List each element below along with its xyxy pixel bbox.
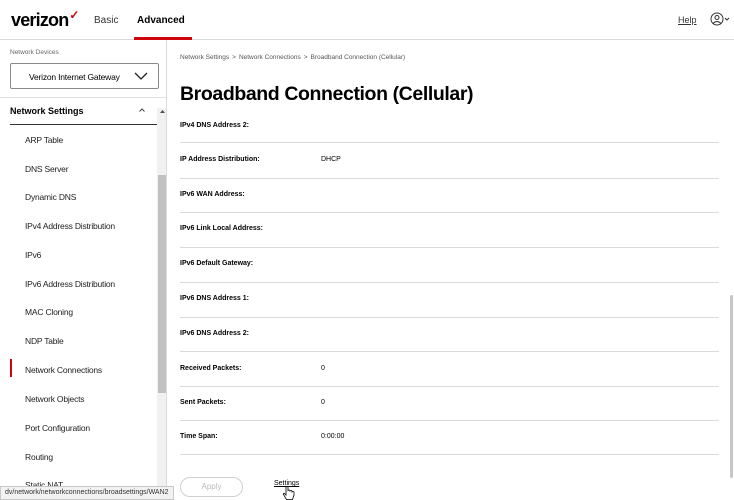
row-divider xyxy=(180,142,719,143)
apply-button[interactable]: Apply xyxy=(180,477,243,497)
main-content: Network Settings > Network Connections > Bro… xyxy=(168,40,734,500)
device-select[interactable]: Verizon Internet Gateway xyxy=(10,63,159,89)
top-bar: verizon✓ Basic Advanced Help xyxy=(0,0,734,40)
sidebar-item-label: ARP Table xyxy=(25,135,64,145)
field-value-sent-packets: 0 xyxy=(321,399,325,406)
sidebar-scrollbar-thumb[interactable] xyxy=(158,175,166,393)
sidebar-item-label: Network Connections xyxy=(25,365,102,375)
help-link[interactable]: Help xyxy=(678,15,697,25)
row-divider xyxy=(180,282,719,283)
row-divider xyxy=(180,420,719,421)
breadcrumb-network-connections[interactable]: Network Connections xyxy=(239,54,301,61)
field-value-time-span: 0:00:00 xyxy=(321,433,345,440)
network-settings-heading[interactable]: Network Settings xyxy=(10,106,84,116)
tab-basic[interactable]: Basic xyxy=(94,15,118,26)
row-divider xyxy=(180,178,719,179)
verizon-logo[interactable]: verizon✓ xyxy=(11,8,80,31)
field-label-time-span: Time Span: xyxy=(180,433,218,440)
sidebar-item-label: Routing xyxy=(25,452,53,462)
field-label-ipv6-link-local-address: IPv6 Link Local Address: xyxy=(180,225,263,232)
breadcrumb-current: Broadband Connection (Cellular) xyxy=(310,54,406,61)
field-label-sent-packets: Sent Packets: xyxy=(180,399,226,406)
sidebar-item-ipv6-address-distribution[interactable]: IPv6 Address Distribution xyxy=(0,270,157,298)
hand-pointer-cursor-icon xyxy=(282,486,295,500)
row-divider xyxy=(180,317,719,318)
sidebar-item-ipv4-address-distribution[interactable]: IPv4 Address Distribution xyxy=(0,212,157,240)
sidebar-item-arp-table[interactable]: ARP Table xyxy=(0,126,157,154)
sidebar-item-routing[interactable]: Routing xyxy=(0,443,157,471)
main-scrollbar-thumb[interactable] xyxy=(730,295,733,478)
row-divider xyxy=(180,351,719,352)
logo-check-icon: ✓ xyxy=(69,8,79,22)
sidebar-item-dynamic-dns[interactable]: Dynamic DNS xyxy=(0,183,157,211)
sidebar-item-label: MAC Cloning xyxy=(25,307,73,317)
scroll-up-arrow-icon[interactable] xyxy=(160,109,165,114)
sidebar-item-label: IPv4 Address Distribution xyxy=(25,221,115,231)
breadcrumb-network-settings[interactable]: Network Settings xyxy=(180,54,229,61)
section-underline xyxy=(10,124,157,125)
field-value-received-packets: 0 xyxy=(321,365,325,372)
sidebar-item-label: DNS Server xyxy=(25,164,69,174)
row-divider xyxy=(180,454,719,455)
row-divider xyxy=(180,212,719,213)
sidebar-item-label: IPv6 Address Distribution xyxy=(25,279,115,289)
field-label-ipv6-dns-2: IPv6 DNS Address 2: xyxy=(180,330,249,337)
field-label-ip-address-distribution: IP Address Distribution: xyxy=(180,156,260,163)
sidebar-item-ipv6[interactable]: IPv6 xyxy=(0,241,157,269)
breadcrumb-separator: > xyxy=(232,54,236,61)
sidebar-item-label: NDP Table xyxy=(25,336,64,346)
sidebar-item-label: IPv6 xyxy=(25,250,42,260)
chevron-down-icon xyxy=(134,72,148,80)
sidebar-item-label: Network Objects xyxy=(25,394,85,404)
device-select-value: Verizon Internet Gateway xyxy=(29,72,120,82)
page-title: Broadband Connection (Cellular) xyxy=(180,83,474,105)
sidebar-item-network-connections[interactable]: Network Connections xyxy=(0,356,157,384)
breadcrumb: Network Settings > Network Connections > Bro… xyxy=(180,54,405,61)
sidebar-item-mac-cloning[interactable]: MAC Cloning xyxy=(0,298,157,326)
logo-text: verizon xyxy=(11,10,69,30)
field-value-ip-address-distribution: DHCP xyxy=(321,156,341,163)
field-label-ipv6-default-gateway: IPv6 Default Gateway: xyxy=(180,260,254,267)
sidebar-item-ndp-table[interactable]: NDP Table xyxy=(0,327,157,355)
row-divider xyxy=(180,386,719,387)
network-devices-label: Network Devices xyxy=(10,49,59,56)
browser-status-bar: dv/network/networkconnections/broadsetti… xyxy=(0,486,174,500)
sidebar: Network Devices Verizon Internet Gateway… xyxy=(0,40,167,500)
sidebar-item-port-configuration[interactable]: Port Configuration xyxy=(0,414,157,442)
sidebar-item-label: Dynamic DNS xyxy=(25,192,77,202)
row-divider xyxy=(180,247,719,248)
breadcrumb-separator: > xyxy=(303,54,308,61)
sidebar-divider xyxy=(0,97,166,98)
field-label-ipv4-dns-2: IPv4 DNS Address 2: xyxy=(180,122,249,129)
field-label-ipv6-wan-address: IPv6 WAN Address: xyxy=(180,191,245,198)
chevron-up-icon[interactable] xyxy=(138,106,146,114)
sidebar-item-network-objects[interactable]: Network Objects xyxy=(0,385,157,413)
user-account-icon[interactable] xyxy=(710,12,730,26)
field-label-ipv6-dns-1: IPv6 DNS Address 1: xyxy=(180,295,249,302)
sidebar-item-label: Port Configuration xyxy=(25,423,90,433)
field-label-received-packets: Received Packets: xyxy=(180,365,242,372)
tab-advanced[interactable]: Advanced xyxy=(137,15,185,26)
sidebar-item-dns-server[interactable]: DNS Server xyxy=(0,155,157,183)
